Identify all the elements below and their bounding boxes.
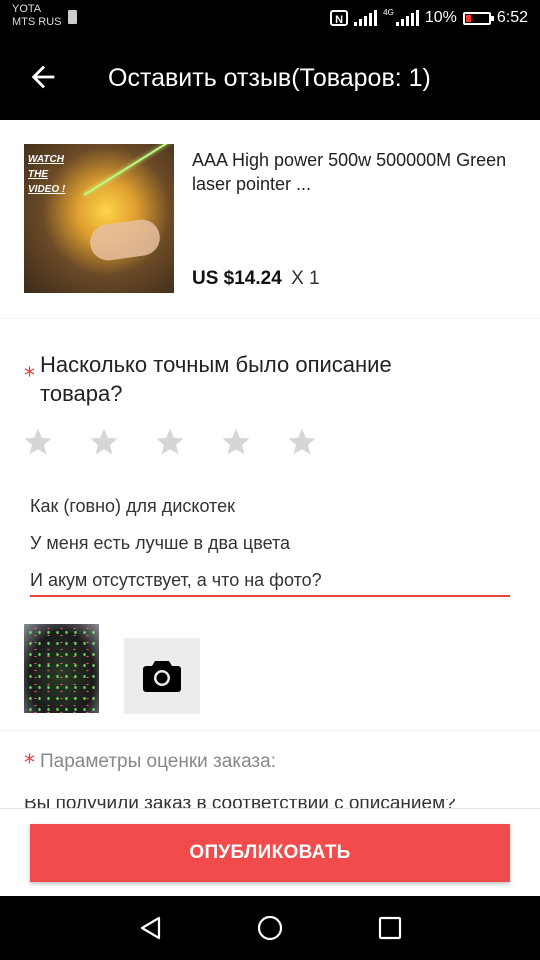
camera-icon xyxy=(143,661,181,692)
star-icon-2[interactable] xyxy=(88,426,120,458)
nfc-icon: N xyxy=(330,10,349,26)
order-parameters: * Параметры оценки заказа: Вы получили з… xyxy=(0,730,540,811)
carrier-info: YOTA MTS RUS xyxy=(12,3,62,29)
review-line-3: И акум отсутствует, а что на фото? xyxy=(30,570,322,590)
product-quantity: X 1 xyxy=(291,268,320,289)
page-title: Оставить отзыв(Товаров: 1) xyxy=(108,64,431,92)
review-line-1: Как (говно) для дискотек xyxy=(30,496,235,516)
app-bar: Оставить отзыв(Товаров: 1) xyxy=(0,36,540,120)
battery-percent: 10% xyxy=(424,9,457,26)
required-mark: * xyxy=(24,364,35,389)
attached-photo-thumbnail[interactable] xyxy=(24,624,99,713)
clock: 6:52 xyxy=(496,9,528,26)
status-bar: YOTA MTS RUS N 4G 10% 6:52 xyxy=(0,0,540,36)
system-nav-bar xyxy=(0,896,540,960)
network-type: 4G xyxy=(383,8,394,17)
triangle-back-icon[interactable] xyxy=(137,914,165,942)
question-text: Насколько точным было описание товара? xyxy=(40,352,392,406)
battery-icon xyxy=(462,11,494,25)
parameters-label: Параметры оценки заказа: xyxy=(40,751,276,772)
star-icon-5[interactable] xyxy=(286,426,318,458)
signal-icon-2 xyxy=(395,10,419,26)
square-recents-icon[interactable] xyxy=(376,914,404,942)
carrier-line1: YOTA xyxy=(12,3,42,15)
product-price-row: US $14.24 X 1 xyxy=(192,268,320,290)
carrier-line2: MTS RUS xyxy=(12,16,62,28)
signal-icon xyxy=(354,10,378,26)
publish-button[interactable]: ОПУБЛИКОВАТЬ xyxy=(30,824,510,882)
add-photo-button[interactable] xyxy=(124,638,200,714)
input-underline xyxy=(30,595,510,597)
status-icons: N 4G 10% 6:52 xyxy=(330,0,528,36)
sim-icon xyxy=(68,10,77,24)
footer: ОПУБЛИКОВАТЬ xyxy=(0,808,540,897)
arrow-left-icon[interactable] xyxy=(26,60,60,94)
product-image[interactable]: WATCH THE VIDEO ! xyxy=(24,144,174,293)
star-icon-1[interactable] xyxy=(22,426,54,458)
review-text-input[interactable]: Как (говно) для дискотек У меня есть луч… xyxy=(30,488,510,599)
rating-stars xyxy=(22,426,318,458)
product-name: AAA High power 500w 500000M Green laser … xyxy=(192,150,507,194)
star-icon-3[interactable] xyxy=(154,426,186,458)
product-price: US $14.24 xyxy=(192,268,282,289)
required-mark-2: * xyxy=(24,751,35,776)
review-line-2: У меня есть лучше в два цвета xyxy=(30,533,291,553)
image-caption: WATCH THE VIDEO ! xyxy=(28,154,66,195)
product-card: WATCH THE VIDEO ! AAA High power 500w 50… xyxy=(0,120,540,319)
star-icon-4[interactable] xyxy=(220,426,252,458)
circle-home-icon[interactable] xyxy=(256,914,284,942)
